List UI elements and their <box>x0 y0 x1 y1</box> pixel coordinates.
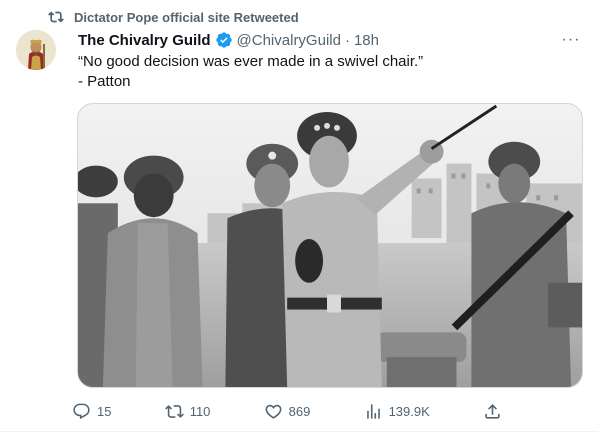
like-button[interactable]: 869 <box>264 402 311 421</box>
verified-badge-icon[interactable] <box>215 31 233 49</box>
view-count: 139.9K <box>388 403 430 419</box>
display-name[interactable]: The Chivalry Guild <box>78 32 211 49</box>
like-count: 869 <box>288 403 311 419</box>
tweet-text-line: “No good decision was ever made in a swi… <box>78 53 424 70</box>
share-icon <box>485 403 500 419</box>
reply-count: 15 <box>97 403 112 419</box>
retweet-icon <box>164 404 184 418</box>
retweet-context[interactable]: Dictator Pope official site Retweeted <box>48 8 299 26</box>
avatar[interactable] <box>16 30 56 70</box>
tweet[interactable]: Dictator Pope official site Retweeted Th… <box>0 0 598 432</box>
retweet-count: 110 <box>189 403 211 419</box>
timestamp[interactable]: 18h <box>354 32 379 49</box>
views-button[interactable]: 139.9K <box>364 402 430 421</box>
share-button[interactable] <box>483 402 502 421</box>
reply-icon <box>73 403 90 419</box>
tweet-photo[interactable] <box>77 103 583 388</box>
user-handle[interactable]: @ChivalryGuild <box>237 32 341 49</box>
tweet-header: The Chivalry Guild @ChivalryGuild · 18h <box>78 30 379 50</box>
tweet-actions: 15 110 869 139.9K <box>72 398 502 424</box>
tweet-text-line: - Patton <box>78 73 131 90</box>
retweet-icon <box>48 11 64 23</box>
heart-icon <box>265 404 282 419</box>
retweet-label: Dictator Pope official site Retweeted <box>74 9 299 25</box>
soldiers-photo-image <box>78 104 582 387</box>
more-options-icon[interactable]: ··· <box>560 30 582 50</box>
separator-dot: · <box>344 31 350 49</box>
retweet-button[interactable]: 110 <box>164 402 211 421</box>
views-chart-icon <box>366 403 380 419</box>
tweet-text: “No good decision was ever made in a swi… <box>78 52 578 92</box>
reply-button[interactable]: 15 <box>72 402 111 421</box>
knight-avatar-image <box>16 30 56 70</box>
